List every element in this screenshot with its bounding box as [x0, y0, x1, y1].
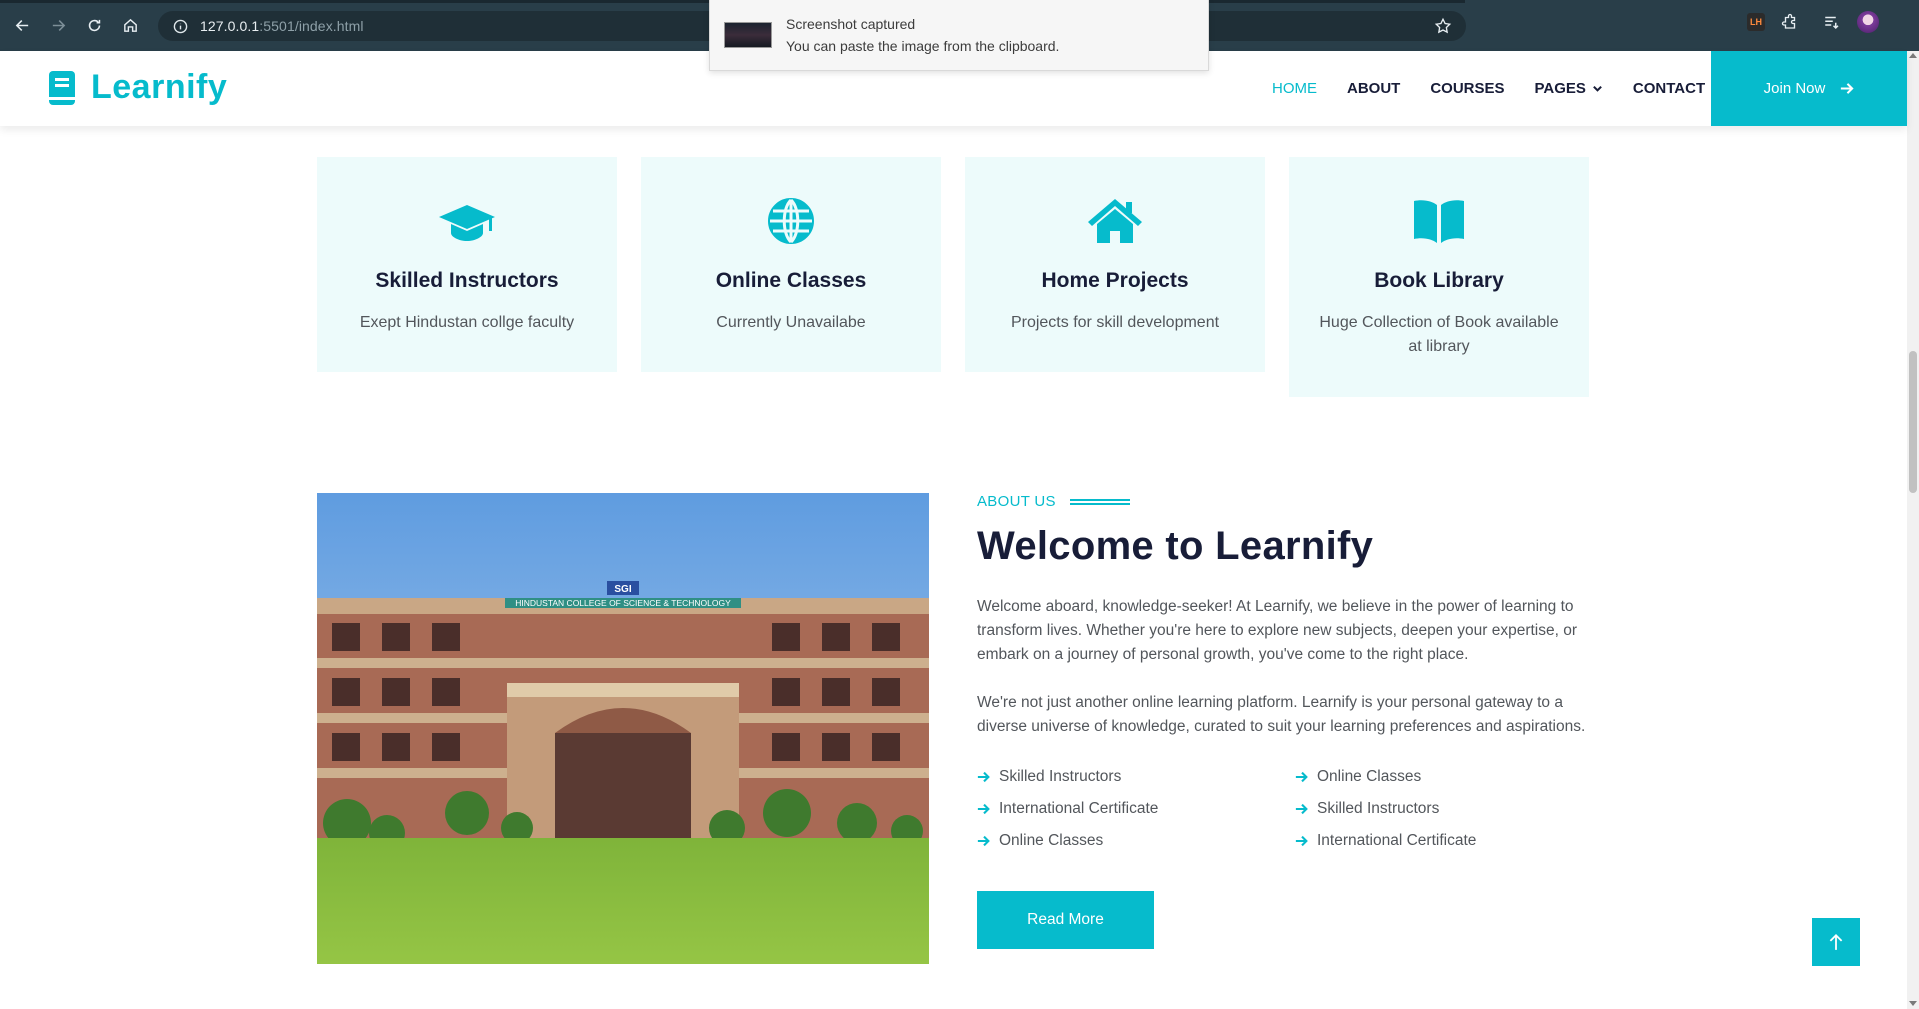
logo[interactable]: Learnify — [47, 68, 227, 107]
bookmark-star-icon[interactable] — [1434, 17, 1452, 35]
chevron-down-icon — [1593, 85, 1602, 92]
card-description: Currently Unavailabe — [716, 314, 866, 331]
join-now-button[interactable]: Join Now — [1711, 51, 1907, 126]
arrow-right-icon — [977, 771, 990, 783]
feature-label: Skilled Instructors — [999, 768, 1122, 785]
feature-item: Skilled Instructors — [977, 765, 1295, 789]
arrow-right-icon — [1295, 771, 1308, 783]
main-nav: HOME ABOUT COURSES PAGES CONTACT — [1272, 51, 1705, 126]
screenshot-toast: Screenshot captured You can paste the im… — [709, 0, 1209, 71]
about-paragraph: Welcome aboard, knowledge-seeker! At Lea… — [977, 598, 1578, 663]
read-more-button[interactable]: Read More — [977, 891, 1154, 949]
arrow-right-icon — [1295, 803, 1308, 815]
arrow-right-icon — [1841, 83, 1854, 94]
profile-avatar-icon[interactable] — [1857, 11, 1879, 33]
forward-icon[interactable] — [40, 8, 76, 44]
book-open-icon — [1409, 197, 1469, 245]
feature-item: Online Classes — [977, 829, 1295, 853]
house-icon — [1085, 197, 1145, 245]
feature-label: Online Classes — [999, 832, 1104, 849]
card-title: Book Library — [1374, 269, 1504, 292]
arrow-up-icon — [1829, 933, 1843, 950]
service-cards: Skilled Instructors Exept Hindustan coll… — [317, 157, 1589, 397]
feature-item: International Certificate — [1295, 829, 1595, 853]
reload-icon[interactable] — [76, 8, 112, 44]
nav-pages-label: PAGES — [1534, 80, 1586, 97]
feature-label: Online Classes — [1317, 768, 1422, 785]
card-description: Huge Collection of Book available at lib… — [1319, 314, 1559, 355]
arrow-right-icon — [977, 803, 990, 815]
screenshot-thumbnail — [724, 22, 772, 48]
extension-lh-icon[interactable]: LH — [1747, 13, 1765, 31]
page-scrollbar[interactable] — [1907, 51, 1919, 1009]
card-title: Skilled Instructors — [375, 269, 559, 292]
site-info-icon[interactable] — [172, 18, 188, 34]
eyebrow-divider — [1069, 498, 1130, 505]
card-title: Online Classes — [715, 269, 867, 292]
toast-title: Screenshot captured — [786, 16, 916, 32]
url-host: 127.0.0.1 — [200, 18, 260, 34]
nav-pages[interactable]: PAGES — [1535, 80, 1603, 97]
service-card: Skilled Instructors Exept Hindustan coll… — [317, 157, 617, 372]
college-sign-text: HINDUSTAN COLLEGE OF SCIENCE & TECHNOLOG… — [515, 598, 731, 608]
scrollbar-thumb[interactable] — [1909, 351, 1917, 493]
browser-actions: LH — [1747, 11, 1879, 33]
arrow-right-icon — [1295, 835, 1308, 847]
card-title: Home Projects — [1041, 269, 1189, 292]
feature-item: Skilled Instructors — [1295, 797, 1595, 821]
feature-label: International Certificate — [1317, 832, 1477, 849]
join-now-label: Join Now — [1763, 80, 1826, 97]
college-logo-text: SGI — [614, 584, 631, 595]
home-icon[interactable] — [112, 8, 148, 44]
feature-item: International Certificate — [977, 797, 1295, 821]
service-card: Online Classes Currently Unavailabe — [641, 157, 941, 372]
feature-label: International Certificate — [999, 800, 1159, 817]
about-paragraph: We're not just another online learning p… — [977, 694, 1586, 735]
globe-icon — [761, 197, 821, 245]
back-icon[interactable] — [4, 8, 40, 44]
feature-label: Skilled Instructors — [1317, 800, 1440, 817]
nav-home[interactable]: HOME — [1272, 80, 1317, 97]
feature-list: Skilled Instructors Online Classes Inter… — [977, 765, 1592, 853]
nav-contact[interactable]: CONTACT — [1633, 80, 1705, 97]
card-description: Exept Hindustan collge faculty — [359, 314, 575, 331]
card-description: Projects for skill development — [1010, 314, 1220, 331]
about-eyebrow: ABOUT US — [977, 493, 1592, 510]
college-building-image: HINDUSTAN COLLEGE OF SCIENCE & TECHNOLOG… — [317, 493, 929, 964]
graduation-cap-icon — [437, 197, 497, 245]
nav-courses[interactable]: COURSES — [1430, 80, 1504, 97]
toast-message: You can paste the image from the clipboa… — [786, 38, 1060, 54]
back-to-top-button[interactable] — [1812, 918, 1860, 966]
scroll-down-arrow-icon[interactable] — [1909, 1001, 1917, 1006]
service-card: Book Library Huge Collection of Book ava… — [1289, 157, 1589, 397]
reading-list-icon[interactable] — [1821, 11, 1843, 33]
extensions-puzzle-icon[interactable] — [1779, 11, 1801, 33]
about-eyebrow-text: ABOUT US — [977, 493, 1056, 510]
url-path: :5501/index.html — [259, 18, 364, 34]
about-title: Welcome to Learnify — [977, 524, 1374, 568]
logo-text: Learnify — [91, 68, 228, 106]
nav-about[interactable]: ABOUT — [1347, 80, 1400, 97]
book-logo-icon — [49, 70, 75, 105]
scroll-up-arrow-icon[interactable] — [1909, 53, 1917, 58]
feature-item: Online Classes — [1295, 765, 1595, 789]
about-section: ABOUT US Welcome to Learnify Welcome abo… — [977, 493, 1592, 949]
service-card: Home Projects Projects for skill develop… — [965, 157, 1265, 372]
arrow-right-icon — [977, 835, 990, 847]
toast-text: Screenshot captured You can paste the im… — [786, 13, 1059, 57]
url-text: 127.0.0.1:5501/index.html — [200, 18, 364, 34]
